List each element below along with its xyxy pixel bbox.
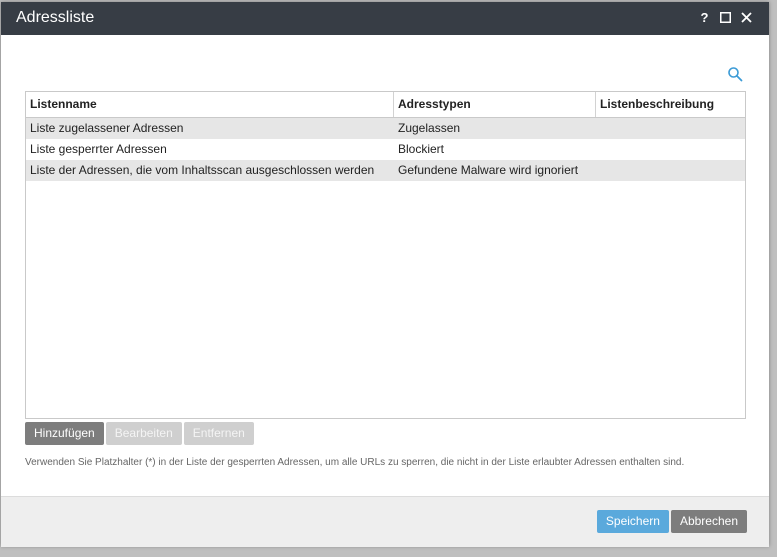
dialog-title: Adressliste xyxy=(16,9,95,26)
table-row[interactable]: Liste der Adressen, die vom Inhaltsscan … xyxy=(26,160,745,181)
dialog-titlebar: Adressliste ? xyxy=(1,2,769,35)
close-icon[interactable] xyxy=(740,11,753,24)
remove-button: Entfernen xyxy=(183,422,254,445)
table-header: Listenname Adresstypen Listenbeschreibun… xyxy=(26,92,745,118)
save-button[interactable]: Speichern xyxy=(596,510,669,533)
footer-buttons: Speichern Abbrechen xyxy=(596,510,747,533)
cell-description xyxy=(596,160,745,181)
address-list-dialog: Adressliste ? Listenname Adresstypen Lis… xyxy=(1,2,769,547)
help-icon[interactable]: ? xyxy=(698,10,711,25)
cell-list-name: Liste der Adressen, die vom Inhaltsscan … xyxy=(30,163,375,177)
cell-description xyxy=(596,118,745,139)
table-row[interactable]: Liste zugelassener Adressen Zugelassen xyxy=(26,118,745,139)
column-header-listenname[interactable]: Listenname xyxy=(26,92,394,117)
dialog-footer: Speichern Abbrechen xyxy=(1,496,769,547)
cell-list-name: Liste gesperrter Adressen xyxy=(30,142,167,156)
column-header-adresstypen[interactable]: Adresstypen xyxy=(394,92,596,117)
cancel-button[interactable]: Abbrechen xyxy=(670,510,747,533)
cell-description xyxy=(596,139,745,160)
list-actions: Hinzufügen Bearbeiten Entfernen xyxy=(25,422,254,445)
cell-address-type: Zugelassen xyxy=(398,121,461,135)
address-list-table: Listenname Adresstypen Listenbeschreibun… xyxy=(25,91,746,419)
edit-button: Bearbeiten xyxy=(105,422,182,445)
add-button[interactable]: Hinzufügen xyxy=(25,422,104,445)
wildcard-hint: Verwenden Sie Platzhalter (*) in der Lis… xyxy=(25,457,685,468)
cell-address-type: Blockiert xyxy=(398,142,445,156)
maximize-icon[interactable] xyxy=(719,11,732,24)
table-row[interactable]: Liste gesperrter Adressen Blockiert xyxy=(26,139,745,160)
window-controls: ? xyxy=(698,10,753,25)
cell-list-name: Liste zugelassener Adressen xyxy=(30,121,184,135)
cell-address-type: Gefundene Malware wird ignoriert xyxy=(398,163,579,177)
search-icon[interactable] xyxy=(727,66,743,82)
column-header-listenbeschreibung[interactable]: Listenbeschreibung xyxy=(596,92,745,117)
